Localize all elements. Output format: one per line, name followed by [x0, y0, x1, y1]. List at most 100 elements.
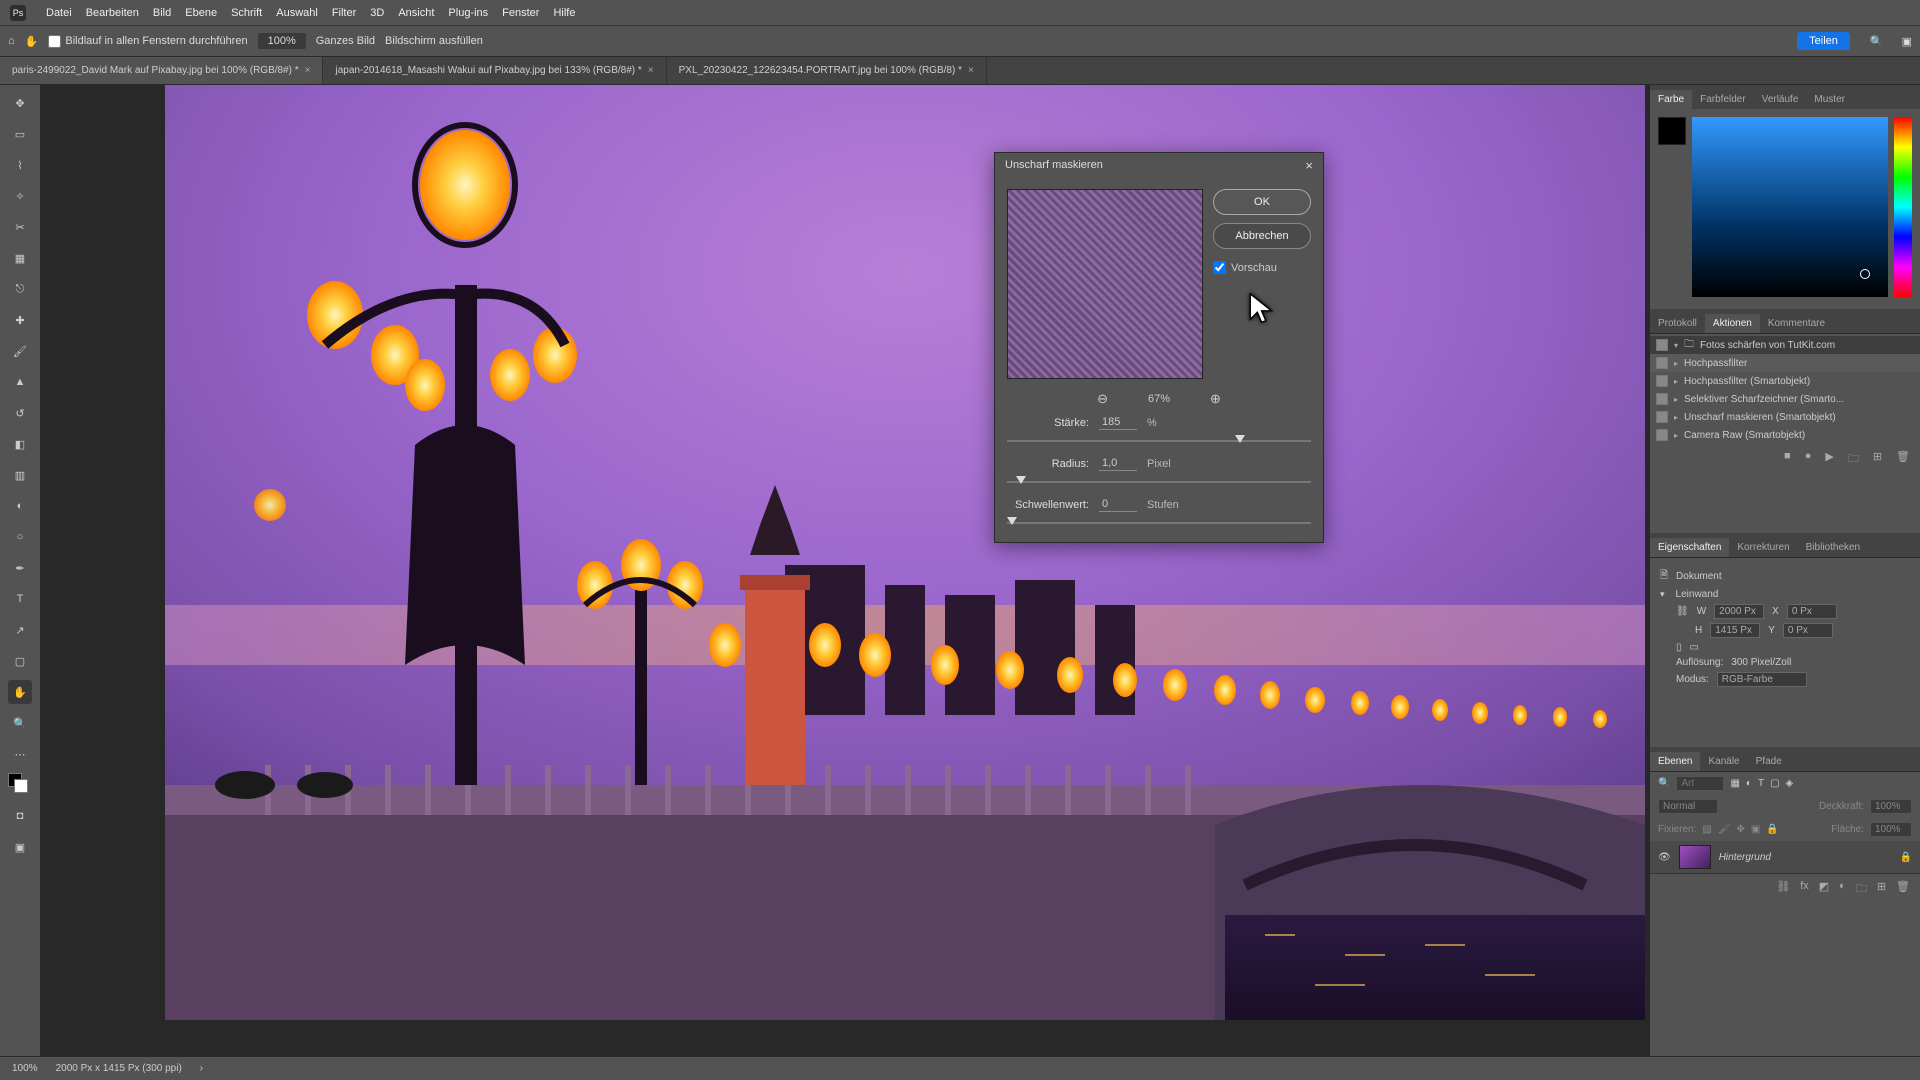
y-field[interactable]: [1783, 623, 1833, 638]
hand-tool-icon[interactable]: ✋: [8, 680, 32, 704]
preview-checkbox[interactable]: Vorschau: [1213, 261, 1311, 274]
visibility-toggle-icon[interactable]: [1656, 339, 1668, 351]
strength-slider[interactable]: [1007, 440, 1311, 442]
healing-tool-icon[interactable]: ✚: [8, 308, 32, 332]
pen-tool-icon[interactable]: ✒: [8, 556, 32, 580]
zoom-out-icon[interactable]: ⊖: [1097, 391, 1108, 407]
orientation-landscape-icon[interactable]: ▭: [1690, 642, 1699, 653]
action-group[interactable]: ▾ 🗀 Fotos schärfen von TutKit.com: [1650, 336, 1920, 354]
menu-layer[interactable]: Ebene: [185, 7, 217, 19]
play-icon[interactable]: ▶: [1825, 450, 1833, 469]
chevron-right-icon[interactable]: ▸: [1674, 413, 1678, 422]
canvas-area[interactable]: [40, 85, 1650, 1056]
color-field[interactable]: [1692, 117, 1888, 297]
share-button[interactable]: Teilen: [1797, 32, 1850, 50]
width-field[interactable]: [1714, 604, 1764, 619]
menu-3d[interactable]: 3D: [370, 7, 384, 19]
menu-edit[interactable]: Bearbeiten: [86, 7, 139, 19]
visibility-toggle-icon[interactable]: [1656, 375, 1668, 387]
lock-position-icon[interactable]: ✥: [1737, 824, 1745, 835]
trash-icon[interactable]: 🗑: [1896, 880, 1910, 899]
path-tool-icon[interactable]: ↗: [8, 618, 32, 642]
history-brush-icon[interactable]: ↺: [8, 401, 32, 425]
blend-mode-select[interactable]: [1658, 799, 1718, 814]
document-tab-2[interactable]: japan-2014618_Masashi Wakui auf Pixabay.…: [323, 57, 666, 84]
lock-pixels-icon[interactable]: 🖌: [1718, 824, 1731, 835]
blur-tool-icon[interactable]: ◐: [8, 494, 32, 518]
visibility-toggle-icon[interactable]: 👁: [1658, 852, 1671, 863]
gradient-tool-icon[interactable]: ▥: [8, 463, 32, 487]
menu-file[interactable]: Datei: [46, 7, 72, 19]
threshold-slider[interactable]: [1007, 522, 1311, 524]
menu-window[interactable]: Fenster: [502, 7, 539, 19]
scroll-all-checkbox[interactable]: Bildlauf in allen Fenstern durchführen: [48, 35, 247, 48]
foreground-background-swatch[interactable]: [8, 773, 32, 797]
preview-check-box[interactable]: [1213, 261, 1226, 274]
radius-slider[interactable]: [1007, 481, 1311, 483]
action-item[interactable]: ▸ Camera Raw (Smartobjekt): [1650, 426, 1920, 444]
frame-tool-icon[interactable]: ▦: [8, 246, 32, 270]
slider-thumb[interactable]: [1007, 517, 1017, 525]
foreground-swatch[interactable]: [1658, 117, 1686, 145]
action-item[interactable]: ▸ Hochpassfilter: [1650, 354, 1920, 372]
new-action-icon[interactable]: ⊞: [1873, 450, 1882, 469]
filter-adjust-icon[interactable]: ◐: [1746, 778, 1752, 789]
close-icon[interactable]: ×: [968, 65, 974, 76]
menu-view[interactable]: Ansicht: [398, 7, 434, 19]
tab-farbfelder[interactable]: Farbfelder: [1692, 90, 1754, 109]
color-picker-ring[interactable]: [1860, 269, 1870, 279]
dialog-titlebar[interactable]: Unscharf maskieren ×: [995, 153, 1323, 177]
zoom-tool-icon[interactable]: 🔍: [8, 711, 32, 735]
search-icon[interactable]: 🔍: [1658, 778, 1670, 789]
layer-name[interactable]: Hintergrund: [1719, 852, 1771, 863]
layer-row[interactable]: 👁 Hintergrund 🔒: [1650, 841, 1920, 873]
adjustment-layer-icon[interactable]: ◐: [1839, 880, 1846, 899]
tab-bibliotheken[interactable]: Bibliotheken: [1798, 538, 1868, 557]
chevron-right-icon[interactable]: ▸: [1674, 377, 1678, 386]
link-layers-icon[interactable]: ⛓: [1776, 880, 1790, 899]
height-field[interactable]: [1710, 623, 1760, 638]
tab-ebenen[interactable]: Ebenen: [1650, 752, 1700, 771]
layer-thumbnail[interactable]: [1679, 845, 1711, 869]
tab-aktionen[interactable]: Aktionen: [1705, 314, 1760, 333]
tab-farbe[interactable]: Farbe: [1650, 90, 1692, 109]
orientation-portrait-icon[interactable]: ▯: [1676, 642, 1682, 653]
filter-pixel-icon[interactable]: ▦: [1730, 778, 1739, 789]
threshold-input[interactable]: 0: [1099, 497, 1137, 512]
ok-button[interactable]: OK: [1213, 189, 1311, 215]
fit-screen-button[interactable]: Ganzes Bild: [316, 35, 375, 47]
zoom-in-icon[interactable]: ⊕: [1210, 391, 1221, 407]
chevron-down-icon[interactable]: ▾: [1660, 589, 1665, 600]
tab-muster[interactable]: Muster: [1806, 90, 1853, 109]
crop-tool-icon[interactable]: ✂: [8, 215, 32, 239]
action-item[interactable]: ▸ Hochpassfilter (Smartobjekt): [1650, 372, 1920, 390]
close-icon[interactable]: ×: [305, 65, 311, 76]
scroll-all-box[interactable]: [48, 35, 61, 48]
chevron-down-icon[interactable]: ▾: [1674, 341, 1678, 350]
wand-tool-icon[interactable]: ✧: [8, 184, 32, 208]
tab-protokoll[interactable]: Protokoll: [1650, 314, 1705, 333]
filter-smart-icon[interactable]: ◈: [1786, 778, 1794, 789]
tab-pfade[interactable]: Pfade: [1748, 752, 1790, 771]
opacity-field[interactable]: [1870, 799, 1912, 814]
new-set-icon[interactable]: 🗀: [1848, 450, 1859, 469]
eyedropper-tool-icon[interactable]: ⎋: [8, 277, 32, 301]
hand-tool-icon[interactable]: ✋: [25, 35, 39, 48]
document-tab-3[interactable]: PXL_20230422_122623454.PORTRAIT.jpg bei …: [667, 57, 987, 84]
tab-verlaeufe[interactable]: Verläufe: [1754, 90, 1807, 109]
dodge-tool-icon[interactable]: ○: [8, 525, 32, 549]
layer-filter-input[interactable]: [1676, 776, 1724, 791]
filter-type-icon[interactable]: T: [1758, 778, 1764, 789]
group-icon[interactable]: 🗀: [1856, 880, 1867, 899]
tab-kommentare[interactable]: Kommentare: [1760, 314, 1833, 333]
filter-shape-icon[interactable]: ▢: [1770, 778, 1779, 789]
chevron-right-icon[interactable]: ▸: [1674, 395, 1678, 404]
link-icon[interactable]: ⛓: [1676, 606, 1689, 617]
strength-input[interactable]: 185: [1099, 415, 1137, 430]
trash-icon[interactable]: 🗑: [1896, 450, 1910, 469]
chevron-right-icon[interactable]: ›: [200, 1063, 203, 1074]
visibility-toggle-icon[interactable]: [1656, 393, 1668, 405]
menu-help[interactable]: Hilfe: [553, 7, 575, 19]
stamp-tool-icon[interactable]: ▲: [8, 370, 32, 394]
menu-filter[interactable]: Filter: [332, 7, 356, 19]
